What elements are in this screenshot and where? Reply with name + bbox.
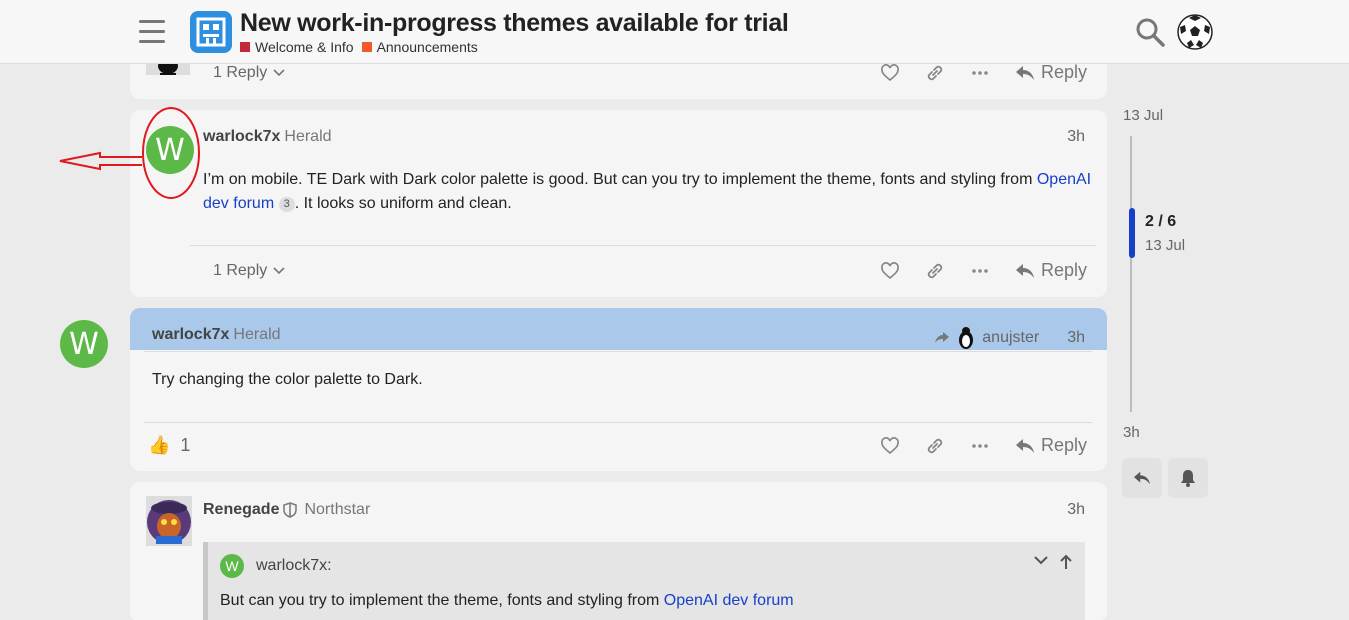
timeline-end-date[interactable]: 3h <box>1123 424 1140 441</box>
post-card-highlighted: warlock7x Herald anujster 3h Try changing… <box>130 308 1107 471</box>
divider <box>144 422 1092 423</box>
renegade-avatar[interactable] <box>146 496 192 546</box>
notification-bell-button[interactable] <box>1168 458 1208 498</box>
penguin-avatar-icon <box>959 327 974 349</box>
arrow-up-icon[interactable] <box>1059 554 1073 570</box>
bell-icon <box>1181 470 1195 487</box>
site-header: New work-in-progress themes available fo… <box>0 0 1349 64</box>
quote-header: W warlock7x: <box>220 554 332 578</box>
timeline-reply-button[interactable] <box>1122 458 1162 498</box>
more-options-icon[interactable] <box>970 63 990 83</box>
chevron-down-icon[interactable] <box>1033 554 1049 566</box>
timeline-position-date: 13 Jul <box>1145 237 1186 254</box>
reply-label: Reply <box>1040 435 1087 455</box>
heart-icon[interactable] <box>880 63 900 83</box>
thumbs-up-icon: 👍 <box>148 435 171 455</box>
timeline-position: 2 / 6 <box>1145 213 1177 230</box>
timeline-track[interactable] <box>1130 136 1132 412</box>
post-actions: Reply <box>880 260 1087 281</box>
category-list: Welcome & Info Announcements <box>240 39 478 55</box>
avatar-letter: W <box>69 326 99 362</box>
more-options-icon[interactable] <box>970 261 990 281</box>
username[interactable]: warlock7x <box>203 128 280 145</box>
reply-arrow-icon <box>1015 65 1034 80</box>
timeline-start-date[interactable]: 13 Jul <box>1123 107 1163 124</box>
username[interactable]: warlock7x <box>152 326 229 343</box>
reply-label: Reply <box>1040 260 1087 280</box>
post-body: Try changing the color palette to Dark. <box>152 371 423 388</box>
category-color-square <box>240 42 250 52</box>
more-options-icon[interactable] <box>970 436 990 456</box>
reply-arrow-icon <box>1015 438 1034 453</box>
hamburger-menu-icon[interactable] <box>139 20 165 44</box>
user-title: Herald <box>233 326 281 343</box>
reply-to-arrow-icon <box>935 332 950 343</box>
reply-button[interactable]: Reply <box>1015 435 1087 456</box>
post-time[interactable]: 3h <box>1067 501 1085 519</box>
link-icon[interactable] <box>925 63 945 83</box>
quote-body: But can you try to implement the theme, … <box>220 592 660 609</box>
reply-arrow-icon <box>1134 471 1150 485</box>
link-icon[interactable] <box>925 436 945 456</box>
topic-title[interactable]: New work-in-progress themes available fo… <box>240 9 789 38</box>
reaction-summary[interactable]: 👍 1 <box>148 435 190 456</box>
replies-toggle[interactable]: 1 Reply <box>213 262 285 280</box>
post-time: 3h <box>1067 329 1085 346</box>
link-click-count: 3 <box>278 197 295 212</box>
post-card: Renegade Northstar 3h W warlock7x: But c… <box>130 482 1107 620</box>
timeline-handle[interactable] <box>1129 208 1135 258</box>
reply-arrow-icon <box>1015 263 1034 278</box>
post-actions: Reply <box>880 62 1087 83</box>
category-announcements[interactable]: Announcements <box>361 39 478 55</box>
openai-forum-link[interactable]: OpenAI dev forum <box>664 592 794 609</box>
heart-icon[interactable] <box>880 436 900 456</box>
chevron-down-icon <box>273 69 285 77</box>
quote-text: But can you try to implement the theme, … <box>220 592 794 610</box>
username[interactable]: Renegade <box>203 501 279 519</box>
post-time[interactable]: 3h <box>1067 128 1085 146</box>
post-body: I’m on mobile. TE Dark with Dark color p… <box>203 168 1093 216</box>
category-label: Welcome & Info <box>255 39 354 55</box>
divider <box>144 351 1092 352</box>
post-author: Renegade Northstar <box>203 501 370 519</box>
post-author: warlock7x Herald <box>203 128 332 146</box>
link-icon[interactable] <box>925 261 945 281</box>
post-author: warlock7x Herald <box>152 326 281 344</box>
user-title: Herald <box>284 128 332 145</box>
post-text: . It looks so uniform and clean. <box>294 195 512 212</box>
quote-block: W warlock7x: But can you try to implemen… <box>203 542 1085 620</box>
post-card: W warlock7x Herald 3h I’m on mobile. TE D… <box>130 110 1107 297</box>
reaction-count: 1 <box>180 435 191 455</box>
chevron-down-icon <box>273 267 285 275</box>
reply-to-indicator[interactable]: anujster 3h <box>934 326 1085 350</box>
reply-button[interactable]: Reply <box>1015 260 1087 281</box>
divider <box>190 245 1096 246</box>
category-welcome-info[interactable]: Welcome & Info <box>240 39 354 55</box>
category-label: Announcements <box>376 39 478 55</box>
user-avatar[interactable]: W <box>146 126 194 174</box>
site-logo[interactable] <box>190 11 232 53</box>
reply-label: Reply <box>1040 62 1087 82</box>
replies-label: 1 Reply <box>213 262 268 279</box>
post-text: I’m on mobile. TE Dark with Dark color p… <box>203 171 1033 188</box>
replies-toggle[interactable]: 1 Reply <box>213 64 285 82</box>
replies-label: 1 Reply <box>213 64 268 81</box>
shield-icon <box>283 502 298 518</box>
post-actions: Reply <box>880 435 1087 456</box>
avatar-letter: W <box>155 132 185 168</box>
heart-icon[interactable] <box>880 261 900 281</box>
soccer-ball-avatar[interactable] <box>1177 14 1213 50</box>
quote-controls <box>1033 554 1073 570</box>
search-icon[interactable] <box>1134 16 1166 48</box>
quote-username: warlock7x: <box>256 557 332 574</box>
quote-avatar: W <box>220 554 244 578</box>
category-color-square <box>361 42 372 52</box>
user-title: Northstar <box>304 501 371 518</box>
reply-to-username: anujster <box>982 329 1040 346</box>
reply-button[interactable]: Reply <box>1015 62 1087 83</box>
user-avatar[interactable]: W <box>60 320 108 368</box>
